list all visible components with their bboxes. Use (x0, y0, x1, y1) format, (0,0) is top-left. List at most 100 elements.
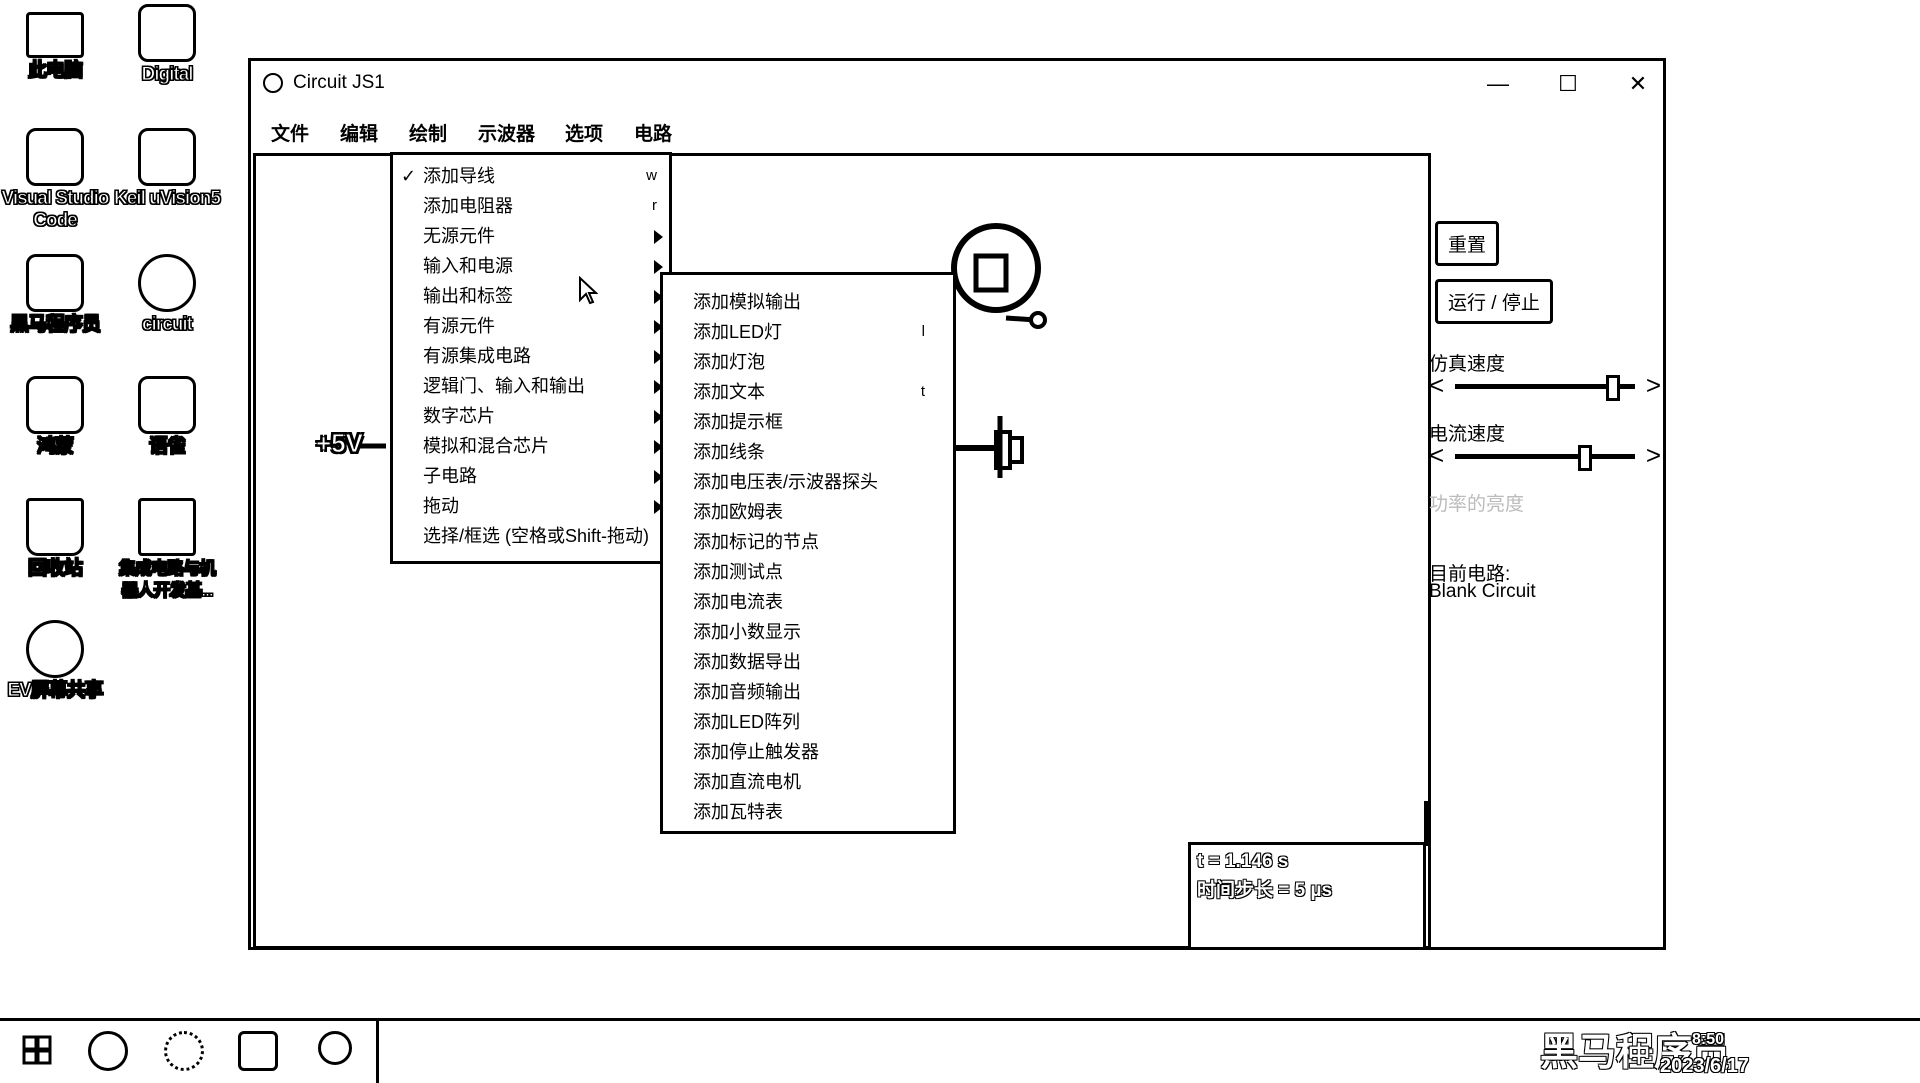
draw-menu-item[interactable]: 有源元件 (393, 311, 669, 341)
output-submenu-item[interactable]: 添加欧姆表 (663, 497, 953, 527)
draw-menu-item[interactable]: 逻辑门、输入和输出 (393, 371, 669, 401)
app-icon-1[interactable] (88, 1031, 128, 1071)
menu-bar: 文件 编辑 绘制 示波器 选项 电路 (251, 111, 1663, 151)
slider-track (1455, 454, 1635, 459)
draw-menu-item[interactable]: ✓ 添加导线 w (393, 161, 669, 191)
output-submenu-item[interactable]: 添加电流表 (663, 587, 953, 617)
output-submenu-item[interactable]: 添加小数显示 (663, 617, 953, 647)
screen-share-taskbar-icon[interactable] (238, 1031, 278, 1071)
menu-circuit[interactable]: 电路 (634, 119, 672, 146)
close-button[interactable]: ✕ (1613, 67, 1663, 101)
desktop-icon-yuque[interactable]: 语雀 (112, 376, 222, 458)
draw-menu-item[interactable]: 数字芯片 (393, 401, 669, 431)
output-submenu-item[interactable]: 添加音频输出 (663, 677, 953, 707)
output-submenu-item-label: 添加灯泡 (693, 352, 765, 372)
sim-speed-increase-icon[interactable]: > (1646, 371, 1661, 399)
desktop-icon-heima[interactable]: 黑马程序员 (0, 254, 110, 336)
output-submenu-item[interactable]: 添加测试点 (663, 557, 953, 587)
output-submenu-item[interactable]: 添加LED灯 l (663, 317, 953, 347)
title-bar[interactable]: Circuit JS1 — ☐ ✕ (251, 61, 1663, 107)
tray-time[interactable]: 8:50 (1692, 1031, 1724, 1049)
desktop-icon-digital[interactable]: Digital (112, 4, 222, 86)
output-submenu-item[interactable]: 添加文本 t (663, 377, 953, 407)
draw-menu-item-label: 模拟和混合芯片 (423, 436, 549, 456)
simulation-info-box: t = 1.146 s 时间步长 = 5 µs (1188, 842, 1426, 950)
draw-menu-item-label: 子电路 (423, 466, 477, 486)
menu-scope[interactable]: 示波器 (478, 119, 535, 146)
output-submenu-item[interactable]: 添加直流电机 (663, 767, 953, 797)
run-stop-button[interactable]: 运行 / 停止 (1435, 279, 1553, 324)
output-submenu-item[interactable]: 添加线条 (663, 437, 953, 467)
sim-speed-decrease-icon[interactable]: < (1429, 371, 1444, 399)
draw-menu-item[interactable]: 输入和电源 (393, 251, 669, 281)
voltage-source-label[interactable]: +5V (316, 428, 364, 459)
output-submenu-item-label: 添加模拟输出 (693, 292, 801, 312)
windows-start-icon[interactable] (14, 1031, 60, 1071)
desktop-icon-ev-share[interactable]: EV屏幕共享 (0, 620, 110, 702)
output-submenu-item-label: 添加直流电机 (693, 772, 801, 792)
sim-speed-slider[interactable]: < > (1429, 371, 1661, 401)
shortcut-key: w (646, 167, 657, 184)
desktop-icon-vscode[interactable]: Visual Studio Code (0, 128, 110, 232)
draw-menu-item[interactable]: 拖动 (393, 491, 669, 521)
circuit-taskbar-icon[interactable] (318, 1031, 352, 1065)
output-submenu-item[interactable]: 添加停止触发器 (663, 737, 953, 767)
ime-indicator[interactable]: 中 (1628, 1037, 1650, 1069)
draw-menu-item[interactable]: 输出和标签 (393, 281, 669, 311)
maximize-button[interactable]: ☐ (1543, 67, 1593, 101)
tray-date[interactable]: 2023/6/17 (1660, 1055, 1749, 1078)
current-speed-thumb[interactable] (1577, 445, 1592, 471)
output-submenu-item[interactable]: 添加数据导出 (663, 647, 953, 677)
output-submenu-item-label: 添加提示框 (693, 412, 783, 432)
output-submenu-item[interactable]: 添加瓦特表 (663, 797, 953, 827)
screen-share-icon (26, 620, 84, 678)
output-submenu-item[interactable]: 添加LED阵列 (663, 707, 953, 737)
output-submenu-item[interactable]: 添加提示框 (663, 407, 953, 437)
menu-edit[interactable]: 编辑 (340, 119, 378, 146)
output-submenu-item[interactable]: 添加灯泡 (663, 347, 953, 377)
output-labels-submenu: 添加模拟输出添加LED灯 l 添加灯泡添加文本 t 添加提示框添加线条 添加电压表/示波器… (660, 272, 956, 834)
current-speed-increase-icon[interactable]: > (1646, 441, 1661, 469)
reset-button[interactable]: 重置 (1435, 221, 1500, 266)
output-submenu-item-label: 添加测试点 (693, 562, 783, 582)
shortcut-key: t (920, 383, 925, 400)
draw-menu-item[interactable]: 选择/框选 (空格或Shift-拖动) (393, 521, 669, 551)
output-submenu-item-label: 添加电流表 (693, 592, 783, 612)
current-speed-slider[interactable]: < > (1429, 441, 1661, 471)
circuit-icon (138, 254, 196, 312)
desktop-icon-circuit[interactable]: circuit (112, 254, 222, 336)
desktop-icon-computer[interactable]: 此电脑 (0, 6, 110, 82)
output-submenu-item-label: 添加数据导出 (693, 652, 801, 672)
output-submenu-item-label: 添加LED灯 (693, 322, 783, 342)
checkmark-icon: ✓ (401, 166, 417, 186)
draw-menu-item[interactable]: 无源元件 (393, 221, 669, 251)
output-submenu-item[interactable]: 添加模拟输出 (663, 287, 953, 317)
output-submenu-item-label: 添加欧姆表 (693, 502, 783, 522)
output-submenu-item[interactable]: 添加电压表/示波器探头 (663, 467, 953, 497)
menu-draw[interactable]: 绘制 (409, 119, 447, 146)
desktop-icon-document[interactable]: 集成电路与机器人开发基... (112, 498, 222, 602)
sim-speed-thumb[interactable] (1606, 375, 1621, 401)
desktop-icon-recycle-bin[interactable]: 回收站 (0, 498, 110, 580)
menu-file[interactable]: 文件 (271, 119, 309, 146)
heima-icon (26, 254, 84, 312)
harmony-icon (26, 376, 84, 434)
draw-menu-item[interactable]: 有源集成电路 (393, 341, 669, 371)
current-speed-decrease-icon[interactable]: < (1429, 441, 1444, 469)
draw-menu-item-label: 输入和电源 (423, 256, 513, 276)
minimize-button[interactable]: — (1473, 67, 1523, 101)
output-submenu-item-label: 添加瓦特表 (693, 802, 783, 822)
draw-menu-item[interactable]: 子电路 (393, 461, 669, 491)
window-title: Circuit JS1 (293, 72, 385, 93)
settings-icon[interactable] (164, 1031, 204, 1071)
digital-icon (138, 4, 196, 62)
shortcut-key: r (652, 197, 657, 214)
draw-menu-item[interactable]: 模拟和混合芯片 (393, 431, 669, 461)
desktop-icon-keil[interactable]: Keil uVision5 (112, 128, 222, 210)
output-submenu-item[interactable]: 添加标记的节点 (663, 527, 953, 557)
keil-icon (138, 128, 196, 186)
menu-options[interactable]: 选项 (565, 119, 603, 146)
desktop-icon-harmony[interactable]: 鸿蒙 (0, 376, 110, 458)
draw-menu-item[interactable]: 添加电阻器 r (393, 191, 669, 221)
taskbar: 黑马程序员 中 8:50 2023/6/17 (0, 1018, 1920, 1083)
